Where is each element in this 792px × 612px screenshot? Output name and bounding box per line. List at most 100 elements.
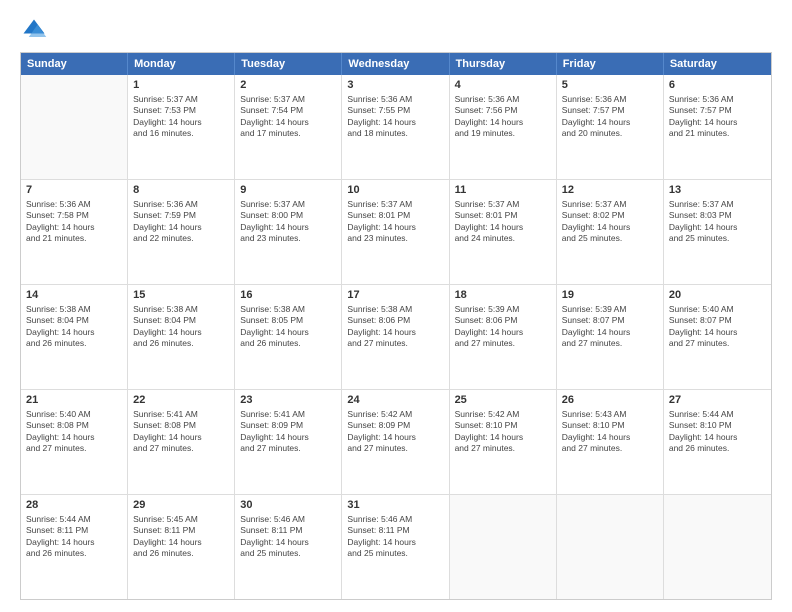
day-number: 29 — [133, 498, 229, 513]
day-cell-25: 25Sunrise: 5:42 AM Sunset: 8:10 PM Dayli… — [450, 390, 557, 494]
day-info: Sunrise: 5:44 AM Sunset: 8:11 PM Dayligh… — [26, 514, 122, 560]
day-cell-13: 13Sunrise: 5:37 AM Sunset: 8:03 PM Dayli… — [664, 180, 771, 284]
day-info: Sunrise: 5:37 AM Sunset: 7:54 PM Dayligh… — [240, 94, 336, 140]
header-day-saturday: Saturday — [664, 53, 771, 75]
calendar: SundayMondayTuesdayWednesdayThursdayFrid… — [20, 52, 772, 600]
day-cell-8: 8Sunrise: 5:36 AM Sunset: 7:59 PM Daylig… — [128, 180, 235, 284]
day-number: 17 — [347, 288, 443, 303]
day-cell-10: 10Sunrise: 5:37 AM Sunset: 8:01 PM Dayli… — [342, 180, 449, 284]
day-cell-31: 31Sunrise: 5:46 AM Sunset: 8:11 PM Dayli… — [342, 495, 449, 599]
day-cell-23: 23Sunrise: 5:41 AM Sunset: 8:09 PM Dayli… — [235, 390, 342, 494]
day-cell-11: 11Sunrise: 5:37 AM Sunset: 8:01 PM Dayli… — [450, 180, 557, 284]
day-info: Sunrise: 5:37 AM Sunset: 8:01 PM Dayligh… — [347, 199, 443, 245]
day-info: Sunrise: 5:40 AM Sunset: 8:08 PM Dayligh… — [26, 409, 122, 455]
day-number: 22 — [133, 393, 229, 408]
day-number: 8 — [133, 183, 229, 198]
day-number: 3 — [347, 78, 443, 93]
logo-icon — [20, 16, 48, 44]
day-info: Sunrise: 5:42 AM Sunset: 8:10 PM Dayligh… — [455, 409, 551, 455]
day-info: Sunrise: 5:44 AM Sunset: 8:10 PM Dayligh… — [669, 409, 766, 455]
day-cell-30: 30Sunrise: 5:46 AM Sunset: 8:11 PM Dayli… — [235, 495, 342, 599]
day-number: 10 — [347, 183, 443, 198]
day-number: 7 — [26, 183, 122, 198]
day-info: Sunrise: 5:43 AM Sunset: 8:10 PM Dayligh… — [562, 409, 658, 455]
day-info: Sunrise: 5:41 AM Sunset: 8:08 PM Dayligh… — [133, 409, 229, 455]
day-number: 18 — [455, 288, 551, 303]
day-cell-29: 29Sunrise: 5:45 AM Sunset: 8:11 PM Dayli… — [128, 495, 235, 599]
day-info: Sunrise: 5:39 AM Sunset: 8:06 PM Dayligh… — [455, 304, 551, 350]
day-cell-14: 14Sunrise: 5:38 AM Sunset: 8:04 PM Dayli… — [21, 285, 128, 389]
day-info: Sunrise: 5:37 AM Sunset: 8:03 PM Dayligh… — [669, 199, 766, 245]
day-number: 15 — [133, 288, 229, 303]
day-number: 6 — [669, 78, 766, 93]
day-cell-15: 15Sunrise: 5:38 AM Sunset: 8:04 PM Dayli… — [128, 285, 235, 389]
day-info: Sunrise: 5:37 AM Sunset: 8:01 PM Dayligh… — [455, 199, 551, 245]
day-info: Sunrise: 5:41 AM Sunset: 8:09 PM Dayligh… — [240, 409, 336, 455]
empty-cell — [557, 495, 664, 599]
calendar-row-1: 1Sunrise: 5:37 AM Sunset: 7:53 PM Daylig… — [21, 75, 771, 179]
day-number: 11 — [455, 183, 551, 198]
empty-cell — [664, 495, 771, 599]
day-number: 2 — [240, 78, 336, 93]
day-number: 21 — [26, 393, 122, 408]
day-cell-9: 9Sunrise: 5:37 AM Sunset: 8:00 PM Daylig… — [235, 180, 342, 284]
day-cell-1: 1Sunrise: 5:37 AM Sunset: 7:53 PM Daylig… — [128, 75, 235, 179]
day-number: 12 — [562, 183, 658, 198]
day-cell-28: 28Sunrise: 5:44 AM Sunset: 8:11 PM Dayli… — [21, 495, 128, 599]
day-number: 4 — [455, 78, 551, 93]
day-cell-18: 18Sunrise: 5:39 AM Sunset: 8:06 PM Dayli… — [450, 285, 557, 389]
day-info: Sunrise: 5:37 AM Sunset: 8:00 PM Dayligh… — [240, 199, 336, 245]
day-number: 31 — [347, 498, 443, 513]
day-info: Sunrise: 5:36 AM Sunset: 7:55 PM Dayligh… — [347, 94, 443, 140]
day-info: Sunrise: 5:46 AM Sunset: 8:11 PM Dayligh… — [347, 514, 443, 560]
day-cell-12: 12Sunrise: 5:37 AM Sunset: 8:02 PM Dayli… — [557, 180, 664, 284]
calendar-row-4: 21Sunrise: 5:40 AM Sunset: 8:08 PM Dayli… — [21, 389, 771, 494]
calendar-body: 1Sunrise: 5:37 AM Sunset: 7:53 PM Daylig… — [21, 75, 771, 599]
day-info: Sunrise: 5:46 AM Sunset: 8:11 PM Dayligh… — [240, 514, 336, 560]
day-info: Sunrise: 5:45 AM Sunset: 8:11 PM Dayligh… — [133, 514, 229, 560]
day-info: Sunrise: 5:38 AM Sunset: 8:06 PM Dayligh… — [347, 304, 443, 350]
day-number: 9 — [240, 183, 336, 198]
day-number: 26 — [562, 393, 658, 408]
day-info: Sunrise: 5:36 AM Sunset: 7:57 PM Dayligh… — [669, 94, 766, 140]
day-number: 19 — [562, 288, 658, 303]
day-number: 30 — [240, 498, 336, 513]
day-cell-3: 3Sunrise: 5:36 AM Sunset: 7:55 PM Daylig… — [342, 75, 449, 179]
day-cell-22: 22Sunrise: 5:41 AM Sunset: 8:08 PM Dayli… — [128, 390, 235, 494]
day-cell-24: 24Sunrise: 5:42 AM Sunset: 8:09 PM Dayli… — [342, 390, 449, 494]
day-info: Sunrise: 5:37 AM Sunset: 7:53 PM Dayligh… — [133, 94, 229, 140]
day-number: 14 — [26, 288, 122, 303]
day-info: Sunrise: 5:40 AM Sunset: 8:07 PM Dayligh… — [669, 304, 766, 350]
header-day-tuesday: Tuesday — [235, 53, 342, 75]
day-info: Sunrise: 5:39 AM Sunset: 8:07 PM Dayligh… — [562, 304, 658, 350]
day-info: Sunrise: 5:36 AM Sunset: 7:59 PM Dayligh… — [133, 199, 229, 245]
day-info: Sunrise: 5:42 AM Sunset: 8:09 PM Dayligh… — [347, 409, 443, 455]
day-number: 24 — [347, 393, 443, 408]
header-day-sunday: Sunday — [21, 53, 128, 75]
day-number: 16 — [240, 288, 336, 303]
page: SundayMondayTuesdayWednesdayThursdayFrid… — [0, 0, 792, 612]
calendar-row-2: 7Sunrise: 5:36 AM Sunset: 7:58 PM Daylig… — [21, 179, 771, 284]
empty-cell — [21, 75, 128, 179]
day-info: Sunrise: 5:38 AM Sunset: 8:04 PM Dayligh… — [26, 304, 122, 350]
day-info: Sunrise: 5:37 AM Sunset: 8:02 PM Dayligh… — [562, 199, 658, 245]
day-cell-7: 7Sunrise: 5:36 AM Sunset: 7:58 PM Daylig… — [21, 180, 128, 284]
day-cell-5: 5Sunrise: 5:36 AM Sunset: 7:57 PM Daylig… — [557, 75, 664, 179]
calendar-row-5: 28Sunrise: 5:44 AM Sunset: 8:11 PM Dayli… — [21, 494, 771, 599]
day-cell-6: 6Sunrise: 5:36 AM Sunset: 7:57 PM Daylig… — [664, 75, 771, 179]
day-cell-27: 27Sunrise: 5:44 AM Sunset: 8:10 PM Dayli… — [664, 390, 771, 494]
day-info: Sunrise: 5:36 AM Sunset: 7:56 PM Dayligh… — [455, 94, 551, 140]
day-number: 20 — [669, 288, 766, 303]
header-day-friday: Friday — [557, 53, 664, 75]
day-number: 25 — [455, 393, 551, 408]
day-number: 1 — [133, 78, 229, 93]
logo — [20, 16, 52, 44]
day-number: 27 — [669, 393, 766, 408]
calendar-row-3: 14Sunrise: 5:38 AM Sunset: 8:04 PM Dayli… — [21, 284, 771, 389]
day-info: Sunrise: 5:38 AM Sunset: 8:04 PM Dayligh… — [133, 304, 229, 350]
day-cell-4: 4Sunrise: 5:36 AM Sunset: 7:56 PM Daylig… — [450, 75, 557, 179]
day-cell-2: 2Sunrise: 5:37 AM Sunset: 7:54 PM Daylig… — [235, 75, 342, 179]
day-number: 28 — [26, 498, 122, 513]
day-cell-16: 16Sunrise: 5:38 AM Sunset: 8:05 PM Dayli… — [235, 285, 342, 389]
calendar-header: SundayMondayTuesdayWednesdayThursdayFrid… — [21, 53, 771, 75]
